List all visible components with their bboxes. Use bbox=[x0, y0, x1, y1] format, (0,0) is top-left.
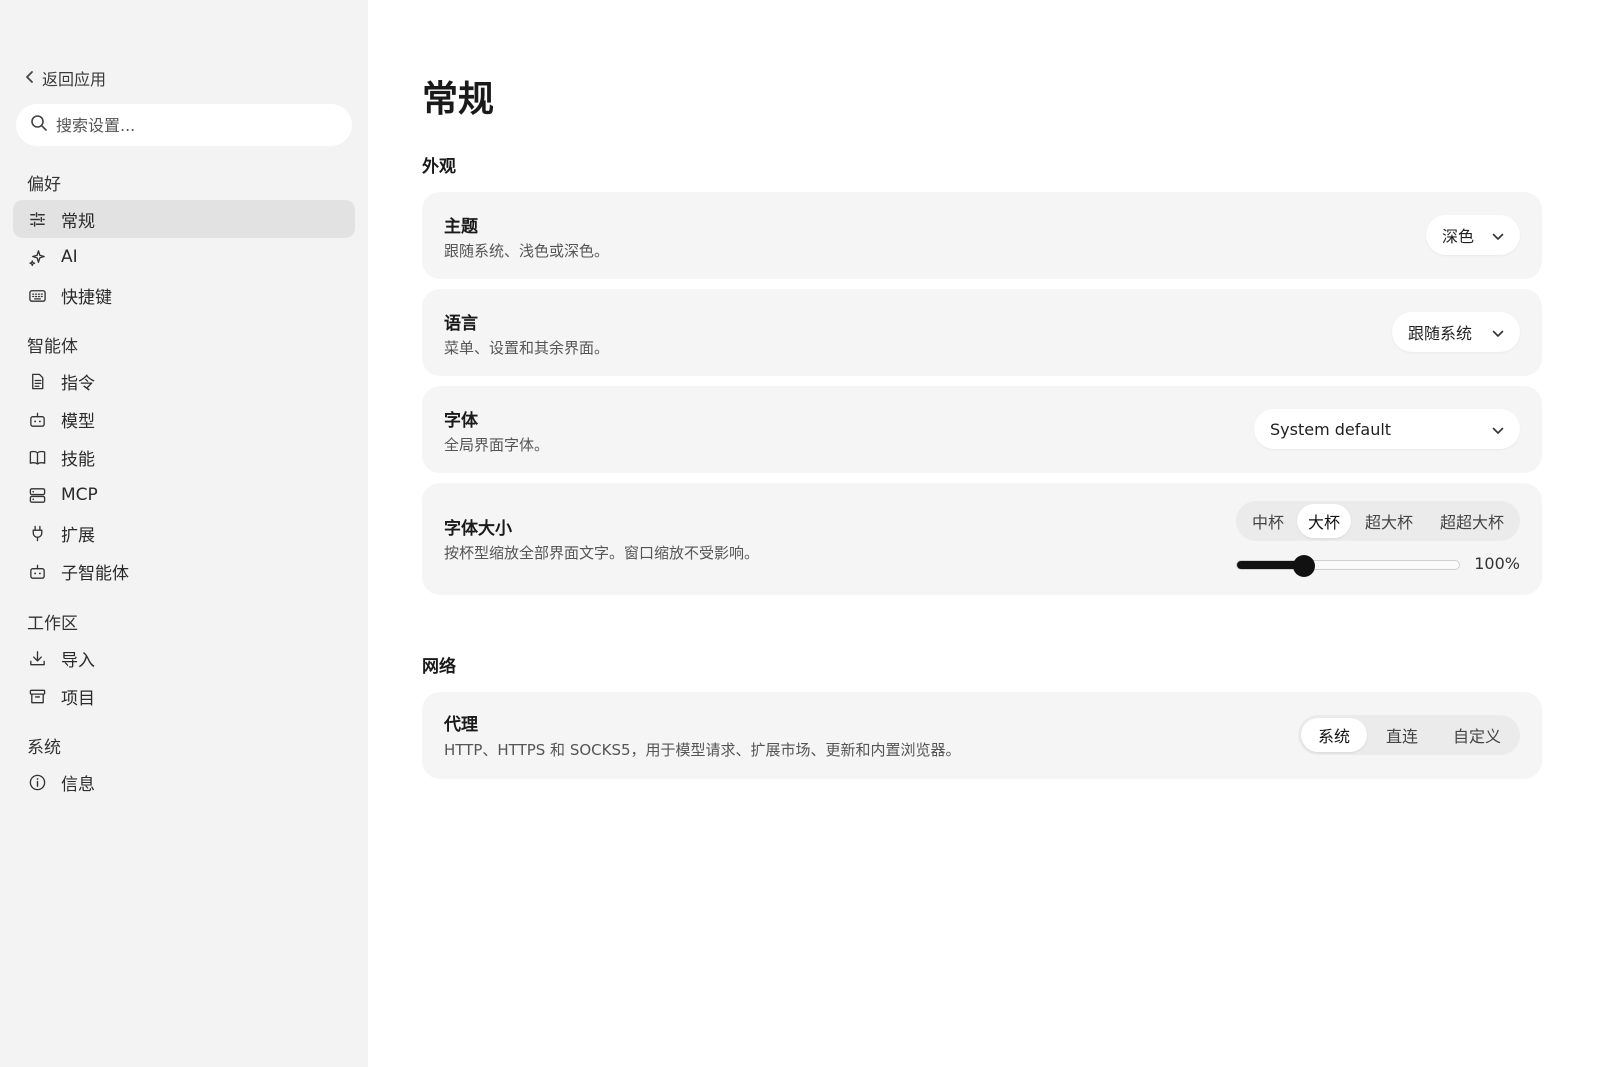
font-description: 全局界面字体。 bbox=[444, 436, 550, 454]
chevron-down-icon bbox=[1478, 323, 1504, 342]
sidebar-item-label: AI bbox=[61, 247, 78, 267]
font-size-label: 字体大小 bbox=[444, 519, 512, 539]
font-size-option-xlarge[interactable]: 超大杯 bbox=[1351, 504, 1427, 538]
sidebar-item-instructions[interactable]: 指令 bbox=[13, 362, 355, 400]
group-title-agents: 智能体 bbox=[27, 337, 78, 357]
download-icon bbox=[27, 648, 47, 668]
archive-icon bbox=[27, 686, 47, 706]
proxy-label: 代理 bbox=[444, 715, 478, 735]
book-icon bbox=[27, 447, 47, 467]
sidebar-item-projects[interactable]: 项目 bbox=[13, 677, 355, 715]
language-dropdown[interactable]: 跟随系统 bbox=[1392, 312, 1520, 352]
keyboard-icon bbox=[27, 285, 47, 305]
sidebar-item-label: 信息 bbox=[61, 774, 95, 795]
plug-icon bbox=[27, 523, 47, 543]
bot-icon bbox=[27, 409, 47, 429]
font-size-setting-card: 字体大小 按杯型缩放全部界面文字。窗口缩放不受影响。 中杯 大杯 超大杯 超超大… bbox=[422, 483, 1542, 595]
theme-label: 主题 bbox=[444, 217, 478, 237]
search-input[interactable] bbox=[56, 115, 326, 135]
sidebar-item-label: 子智能体 bbox=[61, 563, 129, 584]
theme-dropdown[interactable]: 深色 bbox=[1426, 215, 1520, 255]
font-dropdown[interactable]: System default bbox=[1254, 409, 1520, 449]
proxy-option-direct[interactable]: 直连 bbox=[1367, 718, 1437, 752]
theme-dropdown-value: 深色 bbox=[1442, 227, 1475, 246]
sidebar-item-label: MCP bbox=[61, 485, 98, 505]
proxy-option-system[interactable]: 系统 bbox=[1301, 718, 1367, 752]
sidebar: 返回应用 偏好 常规 AI 快捷键 智能体 指令 bbox=[0, 0, 368, 1067]
proxy-setting-card: 代理 HTTP、HTTPS 和 SOCKS5，用于模型请求、扩展市场、更新和内置… bbox=[422, 692, 1542, 779]
sidebar-item-mcp[interactable]: MCP bbox=[13, 476, 355, 514]
page-title: 常规 bbox=[422, 79, 495, 120]
theme-description: 跟随系统、浅色或深色。 bbox=[444, 242, 610, 260]
font-size-segmented-control[interactable]: 中杯 大杯 超大杯 超超大杯 bbox=[1236, 501, 1520, 541]
sidebar-item-skills[interactable]: 技能 bbox=[13, 438, 355, 476]
sidebar-item-label: 技能 bbox=[61, 449, 95, 470]
bot-icon bbox=[27, 561, 47, 581]
sliders-icon bbox=[27, 209, 47, 229]
sidebar-item-info[interactable]: 信息 bbox=[13, 763, 355, 801]
server-icon bbox=[27, 485, 47, 505]
theme-setting-card: 主题 跟随系统、浅色或深色。 深色 bbox=[422, 192, 1542, 279]
chevron-down-icon bbox=[1478, 420, 1504, 439]
language-description: 菜单、设置和其余界面。 bbox=[444, 339, 610, 357]
sidebar-item-label: 常规 bbox=[61, 211, 95, 232]
sidebar-item-label: 扩展 bbox=[61, 525, 95, 546]
sparkles-icon bbox=[27, 247, 47, 267]
font-size-description: 按杯型缩放全部界面文字。窗口缩放不受影响。 bbox=[444, 544, 760, 562]
chevron-left-icon bbox=[24, 69, 36, 88]
sidebar-item-label: 指令 bbox=[61, 373, 95, 394]
font-label: 字体 bbox=[444, 411, 478, 431]
sidebar-item-label: 模型 bbox=[61, 411, 95, 432]
language-setting-card: 语言 菜单、设置和其余界面。 跟随系统 bbox=[422, 289, 1542, 376]
section-title-network: 网络 bbox=[422, 657, 456, 677]
font-size-option-medium[interactable]: 中杯 bbox=[1239, 504, 1297, 538]
sidebar-item-ai[interactable]: AI bbox=[13, 238, 355, 276]
sidebar-item-label: 快捷键 bbox=[61, 287, 112, 308]
font-size-slider-value: 100% bbox=[1474, 554, 1520, 573]
font-size-slider-thumb[interactable] bbox=[1292, 555, 1315, 577]
sidebar-item-general[interactable]: 常规 bbox=[13, 200, 355, 238]
main-content: 常规 外观 主题 跟随系统、浅色或深色。 深色 语言 菜单、设置和其余界面。 跟… bbox=[368, 0, 1600, 1067]
font-size-option-xxlarge[interactable]: 超超大杯 bbox=[1427, 504, 1517, 538]
proxy-option-custom[interactable]: 自定义 bbox=[1437, 718, 1517, 752]
font-size-option-large[interactable]: 大杯 bbox=[1297, 504, 1351, 538]
chevron-down-icon bbox=[1478, 226, 1504, 245]
sidebar-item-import[interactable]: 导入 bbox=[13, 639, 355, 677]
sidebar-item-models[interactable]: 模型 bbox=[13, 400, 355, 438]
sidebar-item-shortcuts[interactable]: 快捷键 bbox=[13, 276, 355, 314]
font-dropdown-value: System default bbox=[1270, 419, 1392, 439]
sidebar-item-subagents[interactable]: 子智能体 bbox=[13, 552, 355, 590]
search-icon bbox=[30, 114, 48, 136]
language-label: 语言 bbox=[444, 314, 478, 334]
back-label: 返回应用 bbox=[42, 70, 107, 89]
sidebar-item-label: 导入 bbox=[61, 650, 95, 671]
sidebar-item-extensions[interactable]: 扩展 bbox=[13, 514, 355, 552]
document-icon bbox=[27, 371, 47, 391]
group-title-workspace: 工作区 bbox=[27, 614, 78, 634]
proxy-description: HTTP、HTTPS 和 SOCKS5，用于模型请求、扩展市场、更新和内置浏览器… bbox=[444, 741, 961, 759]
proxy-segmented-control[interactable]: 系统 直连 自定义 bbox=[1298, 715, 1520, 755]
language-dropdown-value: 跟随系统 bbox=[1408, 324, 1473, 343]
search-box[interactable] bbox=[16, 104, 352, 146]
info-icon bbox=[27, 772, 47, 792]
font-size-slider-track[interactable] bbox=[1236, 555, 1460, 577]
back-to-app-link[interactable]: 返回应用 bbox=[24, 66, 106, 90]
group-title-preferences: 偏好 bbox=[27, 175, 61, 195]
sidebar-item-label: 项目 bbox=[61, 688, 95, 709]
group-title-system: 系统 bbox=[27, 738, 61, 758]
font-size-slider: 100% bbox=[1236, 553, 1520, 577]
section-title-appearance: 外观 bbox=[422, 157, 456, 177]
font-setting-card: 字体 全局界面字体。 System default bbox=[422, 386, 1542, 473]
